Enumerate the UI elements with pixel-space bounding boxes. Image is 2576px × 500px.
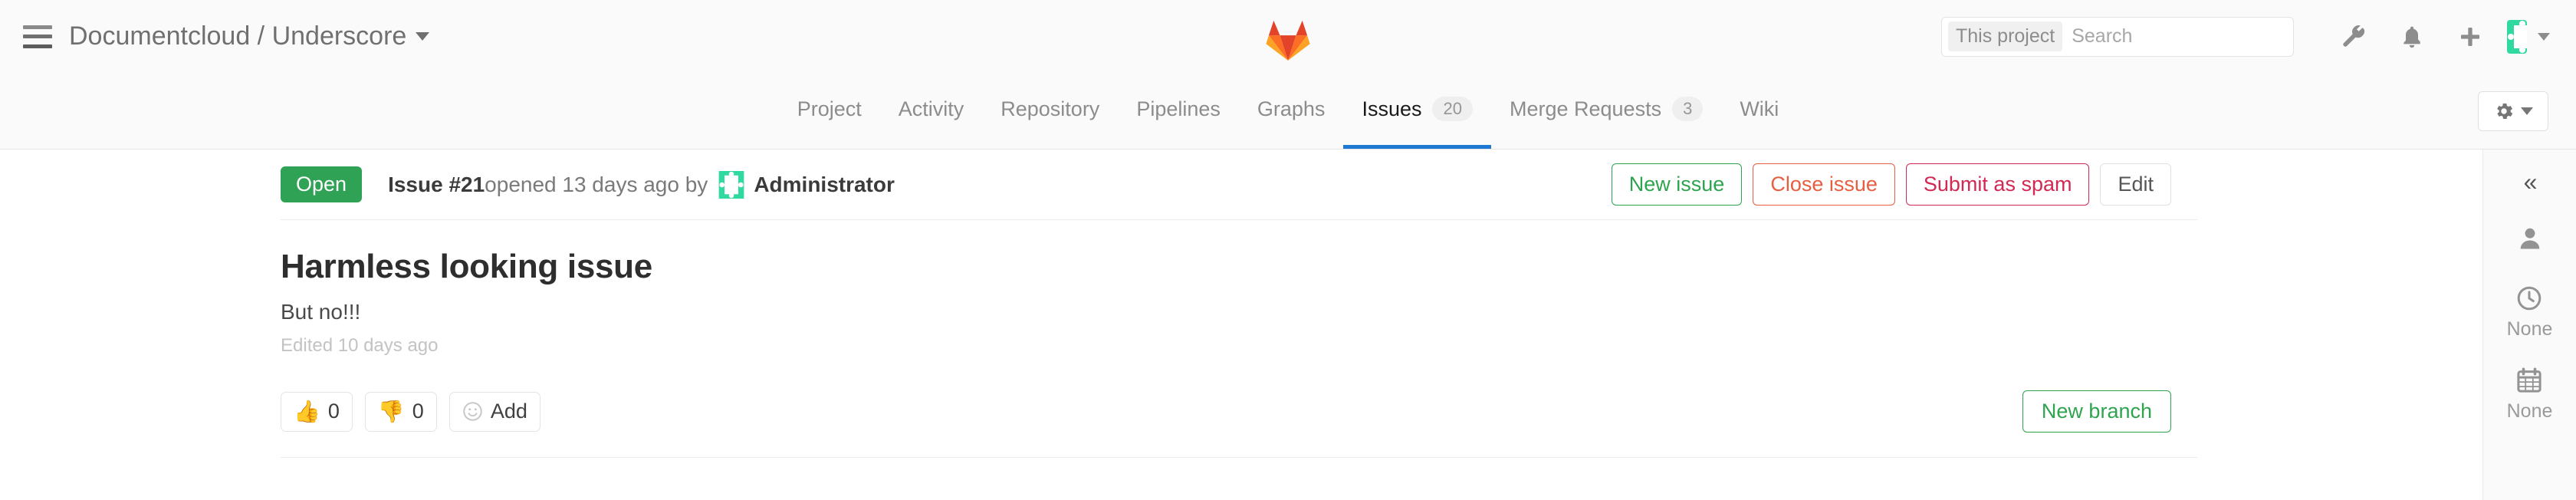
sidebar-due-date-value: None (2506, 400, 2553, 422)
close-issue-button[interactable]: Close issue (1753, 163, 1895, 206)
issue-content: Open Issue #21 opened 13 days ago by Adm… (0, 150, 2482, 500)
thumbs-up-award-button[interactable]: 👍 0 (281, 391, 353, 432)
navbar-left: Documentcloud / Underscore (0, 21, 430, 51)
search-input[interactable] (2062, 25, 2319, 48)
issues-count-badge: 20 (1432, 97, 1473, 121)
issue-edited-timestamp: Edited 10 days ago (281, 335, 439, 356)
issue-meta: Issue #21 opened 13 days ago by Administ (388, 170, 895, 199)
top-navbar: Documentcloud / Underscore This project (0, 0, 2576, 73)
clock-icon (2518, 286, 2542, 311)
tab-issues[interactable]: Issues 20 (1343, 73, 1491, 149)
thumbs-down-award-button[interactable]: 👎 0 (364, 391, 437, 432)
sidebar-milestone-value: None (2506, 318, 2553, 340)
gitlab-logo[interactable] (1265, 18, 1311, 61)
tab-label: Repository (1001, 97, 1100, 120)
tab-merge-requests[interactable]: Merge Requests 3 (1491, 73, 1721, 149)
chevron-down-icon (2538, 32, 2550, 41)
breadcrumb[interactable]: Documentcloud / Underscore (69, 21, 430, 51)
user-menu[interactable] (2507, 18, 2550, 56)
tab-label: Activity (898, 97, 964, 120)
sidebar-item-assignee[interactable] (2516, 225, 2544, 258)
thumbs-down-icon: 👎 (377, 399, 405, 423)
tab-label: Project (797, 97, 862, 120)
sidebar-item-milestone[interactable]: None (2506, 285, 2553, 340)
tab-repository[interactable]: Repository (982, 73, 1118, 149)
issue-actions: New issue Close issue Submit as spam Edi… (1611, 163, 2197, 206)
tab-label: Wiki (1740, 97, 1779, 120)
merge-requests-count-badge: 3 (1672, 97, 1704, 121)
issue-header: Open Issue #21 opened 13 days ago by Adm… (281, 150, 2197, 220)
edit-button[interactable]: Edit (2100, 163, 2171, 206)
new-issue-button[interactable]: New issue (1611, 163, 1743, 206)
submit-as-spam-button[interactable]: Submit as spam (1905, 163, 2090, 206)
tab-label: Merge Requests (1509, 97, 1662, 120)
status-badge: Open (281, 166, 363, 203)
project-settings-button[interactable] (2478, 90, 2548, 131)
collapse-sidebar-button[interactable]: « (2524, 169, 2538, 194)
tab-pipelines[interactable]: Pipelines (1118, 73, 1239, 149)
tab-label: Pipelines (1136, 97, 1221, 120)
page-body: Open Issue #21 opened 13 days ago by Adm… (0, 150, 2576, 500)
search-box[interactable]: This project (1941, 16, 2319, 57)
issue-author[interactable]: Administrator (754, 173, 895, 197)
page-title: Harmless looking issue (281, 248, 652, 285)
project-nav-tabs: Project Activity Repository Pipelines Gr… (779, 73, 1798, 149)
issue-opened-text: opened 13 days ago by (485, 172, 708, 196)
tab-graphs[interactable]: Graphs (1239, 73, 1344, 149)
plus-icon[interactable] (2449, 18, 2492, 56)
project-nav: Project Activity Repository Pipelines Gr… (0, 73, 2576, 150)
add-award-label: Add (490, 400, 527, 423)
calendar-icon (2517, 367, 2542, 393)
author-avatar (718, 170, 744, 199)
avatar (2507, 19, 2527, 54)
smiley-icon (463, 402, 482, 421)
issue-number: Issue #21 (388, 172, 485, 196)
issue-description: But no!!! (281, 300, 361, 324)
issue-sidebar: « None None (2482, 150, 2576, 500)
search-scope-label[interactable]: This project (1948, 21, 2063, 51)
chevron-down-icon (416, 32, 430, 41)
new-branch-wrap: New branch (2022, 390, 2171, 433)
breadcrumb-label: Documentcloud / Underscore (69, 21, 407, 51)
gear-icon (2497, 103, 2513, 119)
thumbs-up-count: 0 (327, 400, 340, 423)
tab-wiki[interactable]: Wiki (1721, 73, 1797, 149)
award-emoji-row: 👍 0 👎 0 Add New branch (281, 390, 2197, 458)
wrench-icon[interactable] (2332, 18, 2375, 56)
person-icon (2520, 228, 2539, 249)
navbar-right: This project (1941, 16, 2550, 57)
sidebar-item-due-date[interactable]: None (2506, 367, 2553, 423)
new-branch-button[interactable]: New branch (2022, 390, 2171, 433)
bell-icon[interactable] (2390, 18, 2433, 56)
hamburger-icon[interactable] (23, 25, 52, 48)
tab-project[interactable]: Project (779, 73, 880, 149)
tab-label: Graphs (1257, 97, 1326, 120)
thumbs-down-count: 0 (412, 400, 424, 423)
tab-label: Issues (1362, 97, 1422, 120)
thumbs-up-icon: 👍 (294, 399, 320, 423)
tab-activity[interactable]: Activity (880, 73, 983, 149)
add-award-button[interactable]: Add (449, 391, 540, 432)
chevron-down-icon (2521, 107, 2533, 115)
